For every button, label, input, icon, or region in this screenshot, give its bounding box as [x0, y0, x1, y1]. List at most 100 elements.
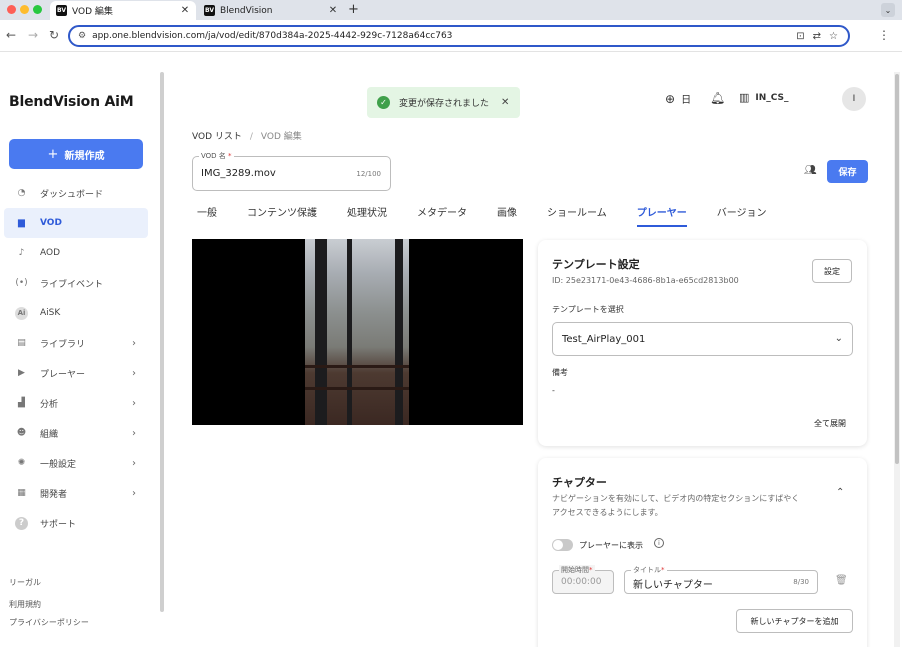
- live-icon: (•): [15, 278, 28, 288]
- tab-images[interactable]: 画像: [497, 204, 517, 225]
- tab-general[interactable]: 一般: [197, 204, 217, 225]
- template-settings-card: テンプレート設定 ID: 25e23171-0e43-4686-8b1a-e65…: [538, 240, 867, 446]
- window-close-button[interactable]: [7, 5, 16, 14]
- chevron-up-icon[interactable]: ⌃: [836, 487, 844, 498]
- browser-tab-blendvision[interactable]: BV BlendVision ✕: [198, 1, 344, 20]
- sidebar-item-aod[interactable]: ♪ AOD: [4, 238, 148, 268]
- main-scrollbar-thumb[interactable]: [895, 74, 899, 464]
- window-minimize-button[interactable]: [20, 5, 29, 14]
- notification-bell-icon[interactable]: 🔔︎: [710, 91, 725, 105]
- chapter-title-char-count: 8/30: [793, 578, 809, 586]
- globe-icon: ⊕: [665, 91, 676, 106]
- sidebar-item-aisk[interactable]: Ai AiSK: [4, 298, 148, 328]
- sidebar-item-general-settings[interactable]: ✺ 一般設定 ›: [4, 448, 148, 478]
- vod-name-input[interactable]: IMG_3289.mov: [201, 168, 276, 179]
- create-new-button[interactable]: + 新規作成: [9, 139, 143, 169]
- start-time-label: 開始時間*: [559, 565, 595, 575]
- template-settings-title: テンプレート設定: [552, 258, 640, 271]
- expand-all-link[interactable]: 全て展開: [814, 418, 846, 429]
- sidebar-scrollbar[interactable]: [160, 72, 164, 612]
- user-access-icon[interactable]: 👥︎: [804, 165, 817, 176]
- tab-showroom[interactable]: ショールーム: [547, 204, 607, 225]
- vod-name-field[interactable]: VOD 名 * IMG_3289.mov 12/100: [192, 151, 391, 191]
- chapter-title-field[interactable]: タイトル* 新しいチャプター 8/30: [624, 565, 818, 594]
- building-icon: ▥: [739, 91, 750, 104]
- install-app-icon[interactable]: ⊡: [796, 31, 804, 42]
- browser-tab-bar: BV VOD 編集 ✕ BV BlendVision ✕ + ⌄: [0, 0, 902, 20]
- window-zoom-button[interactable]: [33, 5, 42, 14]
- info-icon[interactable]: i: [654, 538, 664, 548]
- site-info-icon[interactable]: ⚙: [78, 31, 86, 41]
- note-value: -: [552, 386, 555, 395]
- gear-icon: ✺: [17, 458, 26, 468]
- sidebar-item-dashboard[interactable]: ◔ ダッシュボード: [4, 178, 148, 208]
- main-scrollbar[interactable]: [894, 72, 900, 647]
- app-logo[interactable]: BlendVision AiM: [9, 94, 134, 110]
- breadcrumb-vod-list-link[interactable]: VOD リスト: [192, 132, 242, 142]
- bookmark-star-icon[interactable]: ☆: [829, 31, 838, 42]
- sidebar-item-organization[interactable]: ☻ 組織 ›: [4, 418, 148, 448]
- note-label: 備考: [552, 368, 568, 377]
- save-button[interactable]: 保存: [827, 160, 868, 183]
- sidebar-item-label: 開発者: [40, 489, 68, 500]
- chapter-title-label: タイトル*: [631, 565, 667, 575]
- tab-close-icon[interactable]: ✕: [326, 5, 340, 16]
- sidebar-item-live-event[interactable]: (•) ライブイベント: [4, 268, 148, 298]
- tab-processing-status[interactable]: 処理状況: [347, 204, 387, 225]
- template-select[interactable]: Test_AirPlay_001 ⌄: [552, 322, 853, 356]
- sidebar-item-library[interactable]: ▤ ライブラリ ›: [4, 328, 148, 358]
- sidebar-item-label: 分析: [40, 399, 59, 410]
- vod-name-char-count: 12/100: [356, 170, 381, 178]
- edit-tabs: 一般 コンテンツ保護 処理状況 メタデータ 画像 ショールーム プレーヤー バー…: [197, 204, 797, 227]
- legal-heading: リーガル: [9, 578, 41, 587]
- language-switcher[interactable]: ⊕ 日: [665, 91, 691, 107]
- tab-close-icon[interactable]: ✕: [178, 5, 192, 16]
- tab-player[interactable]: プレーヤー: [636, 204, 687, 227]
- show-in-player-label: プレーヤーに表示: [579, 541, 643, 550]
- trash-icon[interactable]: 🗑︎: [835, 575, 848, 586]
- back-arrow-icon[interactable]: ←: [6, 28, 16, 42]
- blendvision-favicon-icon: BV: [56, 5, 67, 16]
- browser-tab-vod-edit[interactable]: BV VOD 編集 ✕: [50, 1, 196, 20]
- sidebar-item-label: VOD: [40, 218, 62, 228]
- tab-title: VOD 編集: [72, 7, 113, 17]
- sidebar-nav: ◔ ダッシュボード ▆ VOD ♪ AOD (•) ライブイベント Ai AiS…: [4, 178, 148, 538]
- address-url[interactable]: app.one.blendvision.com/ja/vod/edit/870d…: [92, 31, 796, 41]
- analytics-icon: ▟: [18, 398, 25, 408]
- sidebar-item-developer[interactable]: ▦ 開発者 ›: [4, 478, 148, 508]
- dashboard-icon: ◔: [17, 188, 26, 198]
- template-settings-button[interactable]: 設定: [812, 259, 852, 283]
- sidebar-item-vod[interactable]: ▆ VOD: [4, 208, 148, 238]
- add-chapter-button[interactable]: 新しいチャプターを追加: [736, 609, 853, 633]
- show-in-player-toggle[interactable]: [552, 539, 573, 551]
- vod-icon: ▆: [18, 218, 25, 228]
- video-preview[interactable]: [192, 239, 523, 425]
- new-tab-button[interactable]: +: [348, 2, 359, 17]
- sidebar-item-label: ダッシュボード: [40, 189, 104, 200]
- chapter-title-input[interactable]: 新しいチャプター: [633, 576, 713, 591]
- browser-menu-icon[interactable]: ⋮: [878, 28, 890, 42]
- tab-search-menu-button[interactable]: ⌄: [881, 3, 895, 17]
- privacy-policy-link[interactable]: プライバシーポリシー: [9, 614, 89, 632]
- template-select-value: Test_AirPlay_001: [562, 334, 646, 345]
- music-note-icon: ♪: [18, 248, 25, 258]
- tab-content-protection[interactable]: コンテンツ保護: [247, 204, 317, 225]
- sidebar-item-analytics[interactable]: ▟ 分析 ›: [4, 388, 148, 418]
- terms-link[interactable]: 利用規約: [9, 596, 89, 614]
- tab-metadata[interactable]: メタデータ: [417, 204, 467, 225]
- sidebar-item-support[interactable]: ? サポート: [4, 508, 148, 538]
- chapter-description: ナビゲーションを有効にして、ビデオ内の特定セクションにすばやくアクセスできるよう…: [552, 494, 800, 517]
- organization-name: IN_CS_: [755, 92, 789, 103]
- sidebar-item-label: 一般設定: [40, 459, 77, 470]
- forward-arrow-icon[interactable]: →: [28, 28, 38, 42]
- reload-icon[interactable]: ↻: [49, 28, 59, 42]
- close-icon[interactable]: ✕: [501, 97, 509, 108]
- tab-version[interactable]: バージョン: [717, 204, 767, 225]
- avatar[interactable]: I: [842, 87, 866, 111]
- address-bar[interactable]: ⚙ app.one.blendvision.com/ja/vod/edit/87…: [68, 25, 850, 47]
- sidebar-item-player[interactable]: ▶ プレーヤー ›: [4, 358, 148, 388]
- organization-switcher[interactable]: ▥ IN_CS_: [739, 91, 789, 104]
- video-frame: [305, 239, 409, 425]
- translate-icon[interactable]: ⇄: [813, 31, 821, 42]
- chevron-right-icon: ›: [132, 367, 136, 379]
